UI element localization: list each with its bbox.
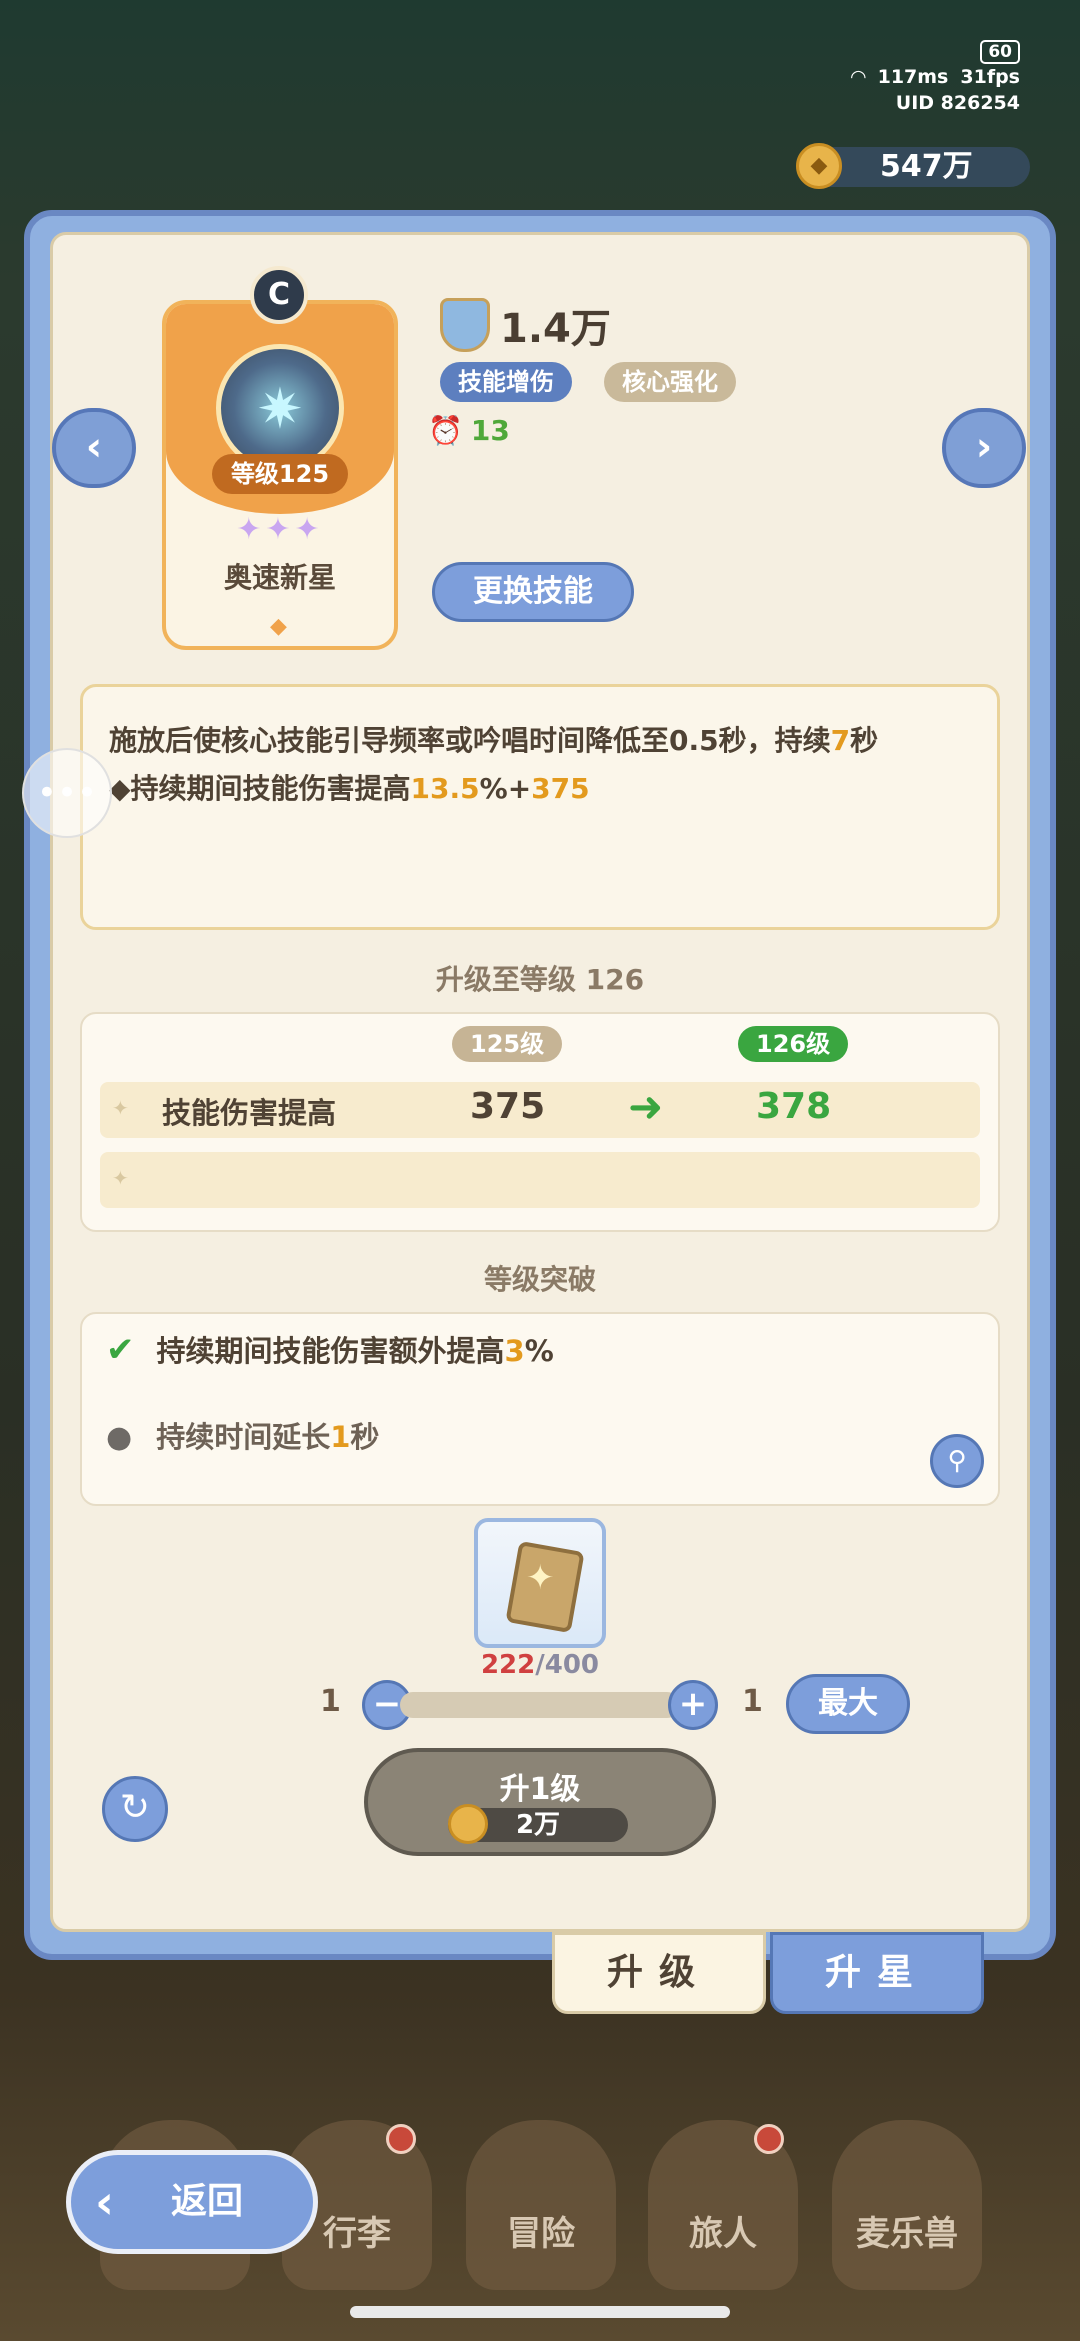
breakthrough-section-title: 等级突破	[483, 1263, 596, 1296]
stat-name: 技能伤害提高	[162, 1096, 337, 1130]
stat-old-value: 375	[470, 1086, 546, 1127]
power-value: 1.4万	[500, 306, 611, 352]
current-level-pill: 125级	[452, 1026, 563, 1062]
skill-type-icon: C	[250, 266, 308, 324]
upgrade-button-label: 升1级	[499, 1772, 581, 1807]
tab-star-up[interactable]: 升星	[770, 1932, 984, 2014]
chat-icon[interactable]: •••	[22, 748, 112, 838]
upgrade-button[interactable]: 升1级 2万	[364, 1748, 716, 1856]
nav-tile-pets[interactable]	[832, 2120, 982, 2290]
row-star-icon: ✦	[112, 1166, 129, 1190]
currency-display: ◆ 547万	[796, 143, 1030, 189]
status-bar: 60 ◠ 117ms 31fps UID 826254	[839, 38, 1020, 116]
tab-upgrade[interactable]: 升级	[552, 1932, 766, 2014]
power-display: 1.4万	[440, 298, 611, 352]
notification-dot	[754, 2124, 784, 2154]
skill-name: 奥速新星	[223, 561, 336, 594]
skill-level-badge: 等级125	[212, 454, 348, 494]
breakthrough-box: ✔ 持续期间技能伤害额外提高3% ● 持续时间延长1秒	[80, 1312, 1000, 1506]
currency-amount: 547万	[880, 149, 973, 184]
alarm-clock-icon: ⏰	[428, 414, 463, 447]
upgrade-section-title: 升级至等级 126	[435, 963, 645, 996]
nav-label-pets: 麦乐兽	[856, 2214, 958, 2254]
magnify-icon[interactable]: ⚲	[930, 1434, 984, 1488]
home-indicator[interactable]	[350, 2306, 730, 2318]
wifi-icon: ◠	[850, 66, 866, 88]
diamond-icon: ◆	[270, 614, 287, 639]
quantity-min: 1	[320, 1684, 341, 1719]
max-button[interactable]: 最大	[786, 1674, 910, 1734]
nav-tile-adventure[interactable]	[466, 2120, 616, 2290]
lock-icon: ●	[106, 1420, 133, 1455]
tag-core-boost: 核心强化	[604, 362, 736, 402]
row-star-icon: ✦	[112, 1096, 129, 1120]
prev-skill-button[interactable]: ‹	[52, 408, 136, 488]
description-line-1: 施放后使核心技能引导频率或吟唱时间降低至0.5秒，持续7秒	[109, 724, 879, 757]
skill-card[interactable]: C 等级125 ✦✦✦ 奥速新星 ◆	[162, 266, 398, 650]
nav-label-traveler: 旅人	[689, 2214, 757, 2254]
fps-text: 31fps	[960, 66, 1020, 88]
stat-new-value: 378	[756, 1086, 832, 1127]
description-line-2: ◆持续期间技能伤害提高13.5%+375	[109, 772, 590, 805]
stat-row-empty: ✦	[100, 1152, 980, 1208]
upgrade-cost: 2万	[448, 1804, 628, 1844]
nav-label-adventure: 冒险	[507, 2214, 575, 2254]
plus-button[interactable]: +	[668, 1680, 718, 1730]
skill-description: 施放后使核心技能引导频率或吟唱时间降低至0.5秒，持续7秒 ◆持续期间技能伤害提…	[80, 684, 1000, 930]
stat-row: ✦ 技能伤害提高 375 ➜ 378	[100, 1082, 980, 1138]
shield-sword-icon	[440, 298, 490, 352]
battery-indicator: 60	[980, 40, 1020, 64]
breakthrough-item-locked: ● 持续时间延长1秒	[106, 1420, 380, 1455]
reset-icon[interactable]: ↻	[102, 1776, 168, 1842]
coin-icon	[448, 1804, 488, 1844]
back-button[interactable]: ‹ 返回	[66, 2150, 318, 2254]
quantity-slider[interactable]	[400, 1692, 680, 1718]
coin-icon: ◆	[796, 143, 842, 189]
sparkle-icon: ✦	[526, 1558, 555, 1598]
back-arrow-icon: ‹	[95, 2175, 114, 2229]
notification-dot	[386, 2124, 416, 2154]
tag-skill-damage: 技能增伤	[440, 362, 572, 402]
arrow-right-icon: ➜	[628, 1082, 664, 1131]
uid-text: UID 826254	[895, 92, 1020, 114]
star-rating: ✦✦✦	[236, 512, 324, 547]
cooldown-display: ⏰ 13	[428, 414, 510, 447]
ping-text: 117ms	[877, 66, 949, 88]
quantity-max: 1	[742, 1684, 763, 1719]
next-level-pill: 126级	[738, 1026, 849, 1062]
skill-portrait	[216, 344, 344, 472]
material-item[interactable]: ✦	[474, 1518, 606, 1648]
check-icon: ✔	[106, 1330, 135, 1370]
material-count: 222/400	[480, 1650, 600, 1680]
change-skill-button[interactable]: 更换技能	[432, 562, 634, 622]
cooldown-value: 13	[470, 414, 510, 447]
breakthrough-item-unlocked: ✔ 持续期间技能伤害额外提高3%	[106, 1330, 554, 1370]
next-skill-button[interactable]: ›	[942, 408, 1026, 488]
